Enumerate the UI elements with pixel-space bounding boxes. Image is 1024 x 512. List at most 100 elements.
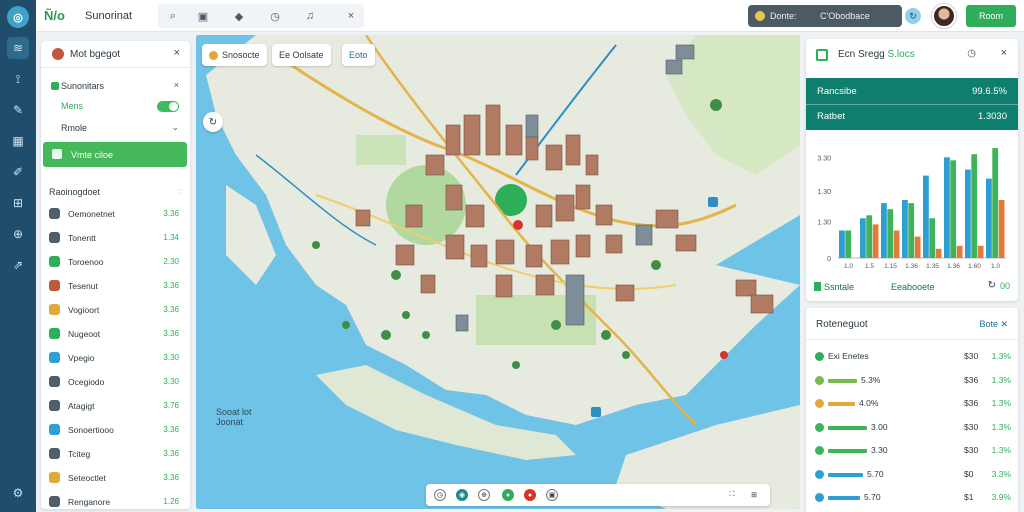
pen-icon[interactable]: ✐	[7, 161, 29, 183]
settings-icon[interactable]: ⚙	[7, 482, 29, 504]
chart-bar[interactable]	[914, 236, 921, 258]
chart-bar[interactable]	[887, 209, 894, 258]
globe-icon[interactable]: ⊕	[7, 223, 29, 245]
chart-bar[interactable]	[893, 230, 900, 259]
filter-dot-icon	[209, 50, 218, 60]
option-row-1[interactable]: Sunonitars ×	[51, 78, 181, 94]
table-row[interactable]: 5.70 $1 3.9%	[815, 491, 1011, 505]
layer-row[interactable]: Oemonetnet 3.36	[49, 206, 182, 222]
layer-row[interactable]: Toroenoo 2.30	[49, 254, 182, 270]
chart-bar[interactable]	[971, 154, 978, 258]
layer-row[interactable]: Sonoertiooo 3.36	[49, 422, 182, 438]
map-filter-chip-1[interactable]: Snosocte	[202, 44, 267, 66]
chevron-down-icon[interactable]: ⌄	[171, 122, 179, 133]
row-label: 4.0%	[859, 398, 879, 408]
chart-bar[interactable]	[944, 157, 950, 258]
table-row[interactable]: 3.30 $30 1.3%	[815, 444, 1011, 458]
close-icon[interactable]: ×	[342, 7, 360, 25]
layer-row[interactable]: Tciteg 3.36	[49, 446, 182, 462]
chart-bar[interactable]	[881, 203, 887, 258]
layer-row[interactable]: Tesenut 3.36	[49, 278, 182, 294]
share-icon[interactable]: ⇗	[7, 254, 29, 276]
row-status-icon	[815, 352, 824, 361]
edit-icon[interactable]: ✎	[7, 99, 29, 121]
refresh-icon[interactable]: ↻	[203, 112, 223, 132]
table-row[interactable]: Exi Enetes $30 1.3%	[815, 350, 1011, 364]
app-logo-icon[interactable]: ◎	[7, 6, 29, 28]
sync-icon[interactable]: ↻	[905, 8, 921, 24]
table-row[interactable]: 5.3% $36 1.3%	[815, 374, 1011, 388]
layer-icon	[49, 280, 60, 291]
option-row-3[interactable]: Rmole ⌄	[51, 120, 181, 136]
grid-icon[interactable]: ⊞	[748, 489, 760, 501]
fullscreen-icon[interactable]: ⛶	[726, 489, 738, 501]
layer-row[interactable]: Seteoctlet 3.36	[49, 470, 182, 486]
chart-bar[interactable]	[923, 175, 929, 258]
grid-icon[interactable]: ⊞	[7, 192, 29, 214]
map-filter-chip-3[interactable]: Eoto	[342, 44, 375, 66]
x-tick-label: 1.0	[991, 263, 1000, 270]
table-row[interactable]: 4.0% $36 1.3%	[815, 397, 1011, 411]
pin-icon[interactable]: ◆	[230, 7, 248, 25]
layer-row[interactable]: Vpegio 3.30	[49, 350, 182, 366]
chart-bar[interactable]	[935, 248, 942, 258]
close-icon[interactable]: ×	[1001, 47, 1007, 59]
location-icon[interactable]: ◉	[456, 489, 468, 501]
clock-icon[interactable]: ◷	[266, 7, 284, 25]
chart-bar[interactable]	[845, 230, 852, 259]
chart-bar[interactable]	[950, 160, 957, 258]
chart-bar[interactable]	[872, 224, 879, 258]
chart-bar[interactable]	[929, 218, 936, 258]
toggle-switch[interactable]	[157, 101, 179, 112]
record-icon[interactable]: ●	[524, 489, 536, 501]
layer-icon	[49, 376, 60, 387]
info-icon[interactable]: ◌	[177, 186, 182, 196]
layer-row[interactable]: Renganore 1.26	[49, 494, 182, 510]
map-view[interactable]: Snosocte Ee Oolsate Eoto ↻ Sooat lot Joo…	[196, 35, 800, 509]
status-pill[interactable]: Donte: C'Obodbace	[748, 5, 902, 27]
avatar[interactable]	[932, 4, 956, 28]
chart-bar[interactable]	[977, 245, 984, 258]
refresh-icon[interactable]: ↻	[988, 280, 996, 291]
table-row[interactable]: 3.00 $30 1.3%	[815, 421, 1011, 435]
route-icon[interactable]: ⟟	[7, 68, 29, 90]
clock-icon[interactable]: ◷	[967, 48, 976, 59]
table-row[interactable]: 5.70 $0 3.3%	[815, 468, 1011, 482]
chart-bar[interactable]	[956, 245, 963, 258]
bell-icon[interactable]: ♫	[301, 7, 319, 25]
layer-row[interactable]: Tonentt 1.34	[49, 230, 182, 246]
map-canvas[interactable]	[196, 35, 800, 509]
layer-name: Oemonetnet	[68, 209, 115, 219]
row-value: $36	[964, 398, 979, 408]
option-row-2[interactable]: Mens	[51, 98, 181, 114]
chart-icon[interactable]: ▦	[7, 130, 29, 152]
chart-bar[interactable]	[992, 148, 999, 258]
close-icon[interactable]: ×	[174, 47, 180, 59]
y-tick-label: 0	[827, 256, 831, 263]
layers-icon[interactable]: ●	[502, 489, 514, 501]
layer-row[interactable]: Atagigt 3.76	[49, 398, 182, 414]
checkbox-icon[interactable]	[51, 82, 59, 90]
layer-row[interactable]: Ocegiodo 3.30	[49, 374, 182, 390]
close-icon[interactable]: ×	[174, 80, 179, 90]
image-icon[interactable]: ▣	[194, 7, 212, 25]
room-button[interactable]: Room	[966, 5, 1016, 27]
layers-icon[interactable]: ≋	[7, 37, 29, 59]
chart-bar[interactable]	[986, 178, 992, 258]
map-filter-chip-2[interactable]: Ee Oolsate	[272, 44, 331, 66]
search-icon[interactable]: ⌕	[164, 7, 182, 25]
chart-bar[interactable]	[866, 215, 873, 258]
compass-icon[interactable]: ◷	[434, 489, 446, 501]
primary-action-button[interactable]: Vmte ciloe	[43, 142, 187, 167]
table-panel-action[interactable]: Bote ✕	[979, 319, 1008, 330]
chart-bar[interactable]	[839, 230, 845, 259]
globe-icon[interactable]: ⊕	[478, 489, 490, 501]
chart-bar[interactable]	[908, 203, 915, 258]
image-icon[interactable]: ▣	[546, 489, 558, 501]
layer-row[interactable]: Vogioort 3.36	[49, 302, 182, 318]
chart-bar[interactable]	[902, 200, 908, 258]
chart-bar[interactable]	[860, 218, 866, 258]
chart-bar[interactable]	[965, 169, 971, 259]
chart-bar[interactable]	[998, 200, 1005, 258]
layer-row[interactable]: Nugeoot 3.36	[49, 326, 182, 342]
